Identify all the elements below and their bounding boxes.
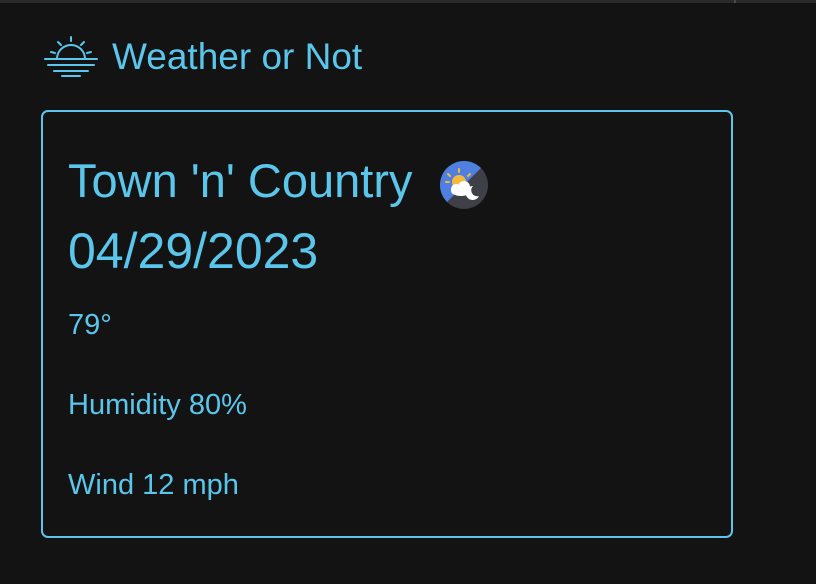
- city-row: Town 'n' Country: [68, 150, 489, 210]
- weather-card: Town 'n' Country 04/29/2023 79° Humidity…: [41, 110, 733, 538]
- window-border-marker: [734, 0, 736, 3]
- partly-cloudy-night-icon: [439, 161, 488, 209]
- forecast-date: 04/29/2023: [68, 223, 319, 279]
- app-header: Weather or Not: [42, 34, 362, 78]
- window-top-border: [0, 0, 816, 3]
- humidity-value: Humidity 80%: [68, 389, 247, 421]
- app-title: Weather or Not: [112, 35, 363, 77]
- sunrise-icon: [44, 36, 98, 77]
- city-name: Town 'n' Country: [68, 153, 413, 207]
- temperature-value: 79°: [68, 309, 112, 341]
- wind-value: Wind 12 mph: [68, 469, 239, 501]
